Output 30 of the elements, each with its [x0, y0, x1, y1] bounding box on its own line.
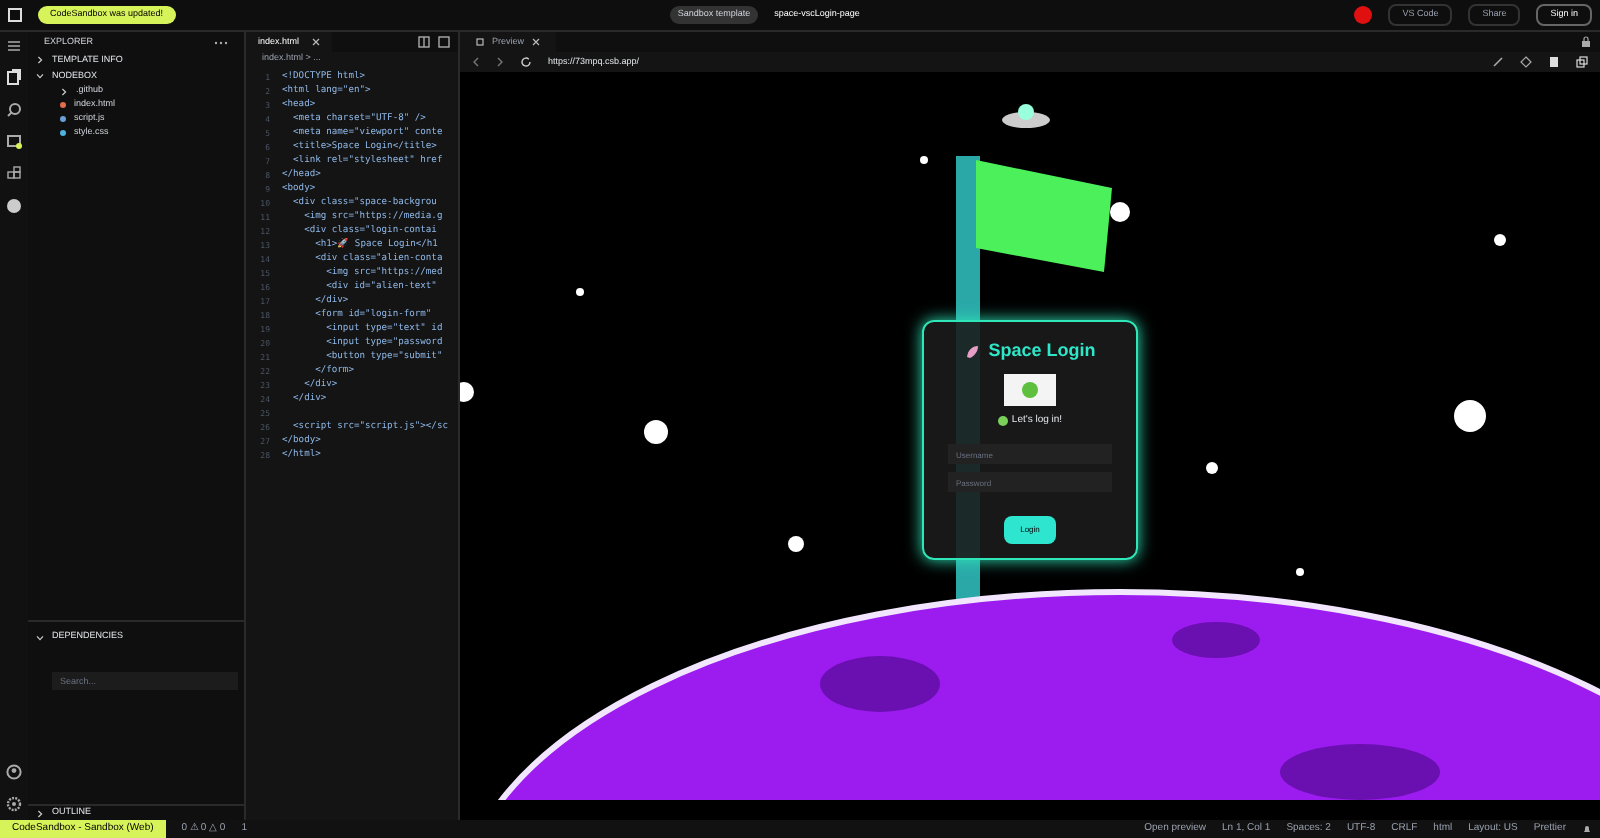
file-icon	[60, 116, 66, 122]
forward-icon[interactable]	[496, 56, 504, 68]
back-icon[interactable]	[472, 56, 480, 68]
account-icon[interactable]	[6, 764, 22, 780]
reload-icon[interactable]	[520, 56, 532, 68]
chevron-icon[interactable]	[36, 809, 44, 817]
extensions-icon[interactable]	[6, 166, 22, 182]
lock-icon[interactable]	[1580, 36, 1592, 48]
settings-icon[interactable]	[6, 796, 22, 812]
close-icon[interactable]	[311, 38, 320, 46]
split-icon[interactable]	[418, 36, 430, 48]
chevron-icon[interactable]	[36, 56, 44, 64]
file-icon	[60, 102, 66, 108]
more-icon[interactable]	[214, 39, 228, 45]
panel-icon[interactable]	[438, 36, 450, 48]
avatar[interactable]	[1354, 6, 1373, 24]
chevron-icon[interactable]	[60, 87, 68, 95]
pen-icon[interactable]	[1492, 56, 1504, 68]
monitor-icon[interactable]	[6, 134, 22, 150]
file-icon	[60, 130, 66, 136]
bell-icon[interactable]	[1582, 824, 1592, 834]
alien-drawing[interactable]	[1004, 373, 1056, 405]
diamond-icon[interactable]	[1520, 56, 1532, 68]
windows-icon[interactable]	[1576, 56, 1588, 68]
card-title: Space Login	[988, 338, 1096, 364]
search-icon[interactable]	[6, 102, 22, 118]
window-icon[interactable]	[476, 38, 484, 46]
chevron-icon[interactable]	[36, 72, 44, 80]
close-icon[interactable]	[532, 38, 541, 46]
files-icon[interactable]	[6, 68, 22, 86]
